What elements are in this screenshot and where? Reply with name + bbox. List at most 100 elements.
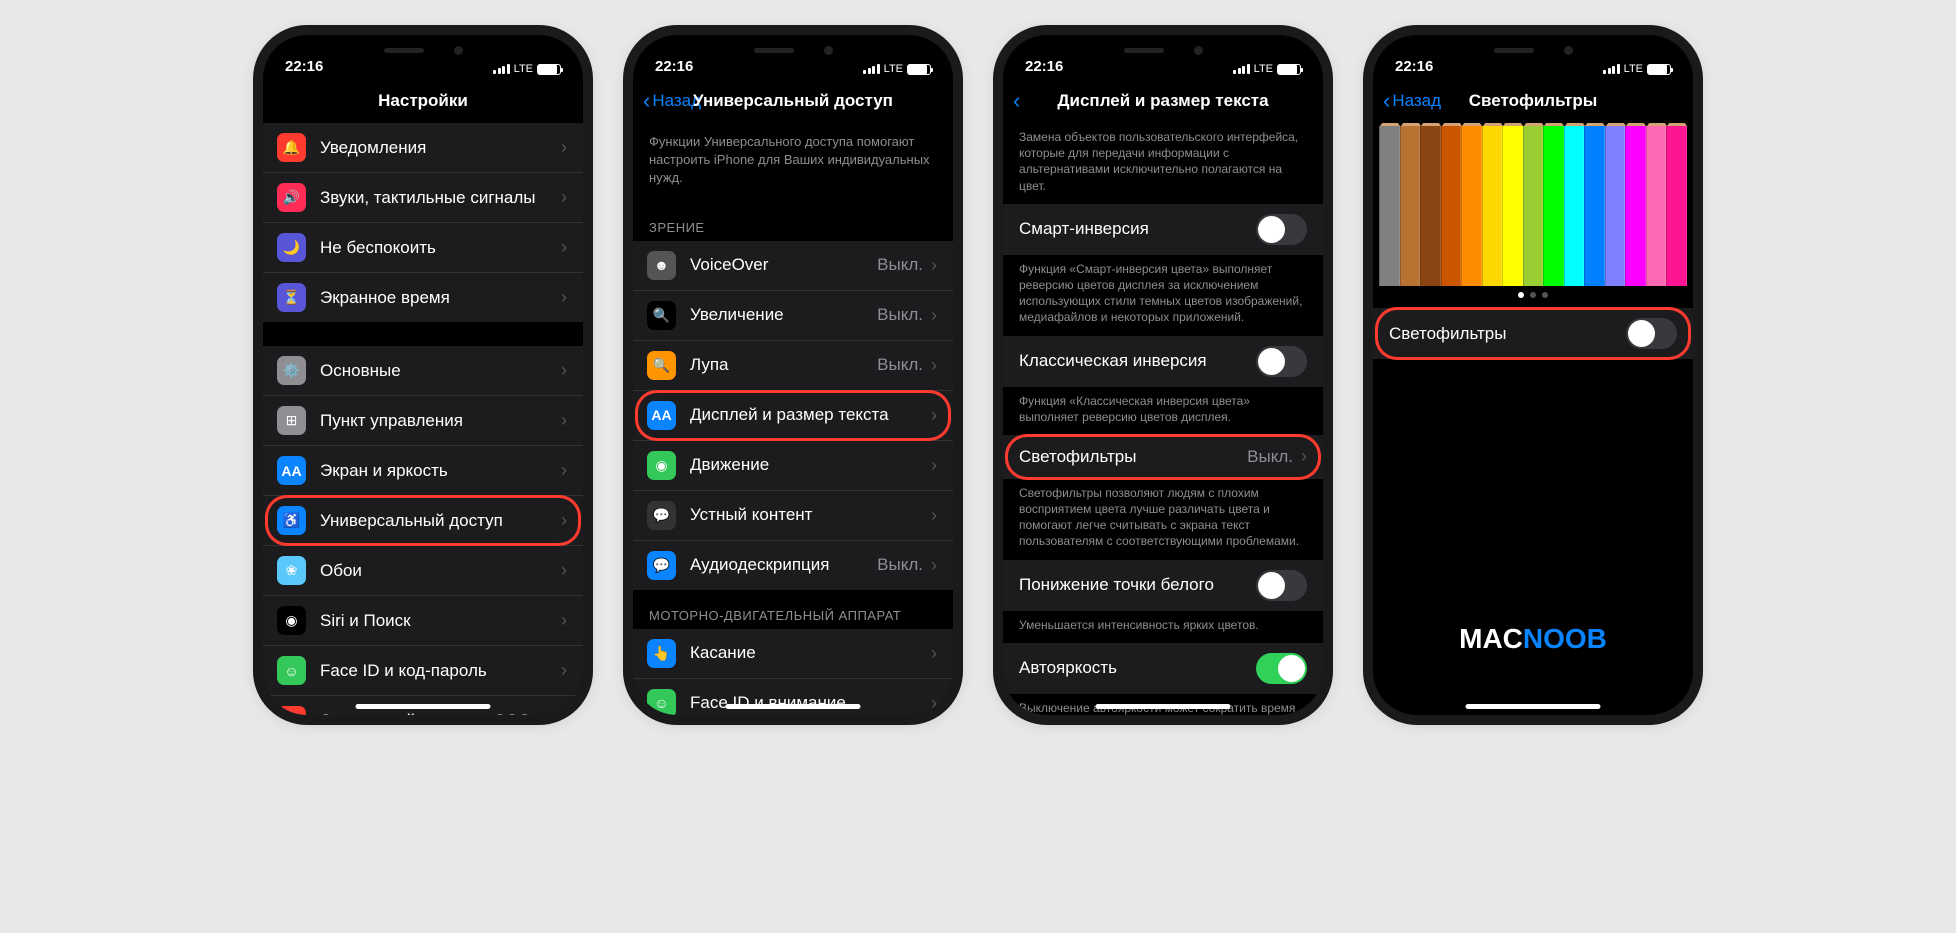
home-indicator[interactable]	[356, 704, 491, 709]
settings-row[interactable]: 🔍ЛупаВыкл.›	[633, 341, 953, 391]
row-label: Обои	[320, 561, 561, 581]
phone-1-settings: 22:16 LTE Настройки 🔔Уведомления›🔊Звуки,…	[263, 35, 583, 715]
row-icon: 👆	[647, 639, 676, 668]
row-classic-inversion[interactable]: Классическая инверсия	[1003, 336, 1323, 387]
row-reduce-white-point[interactable]: Понижение точки белого	[1003, 560, 1323, 611]
settings-row[interactable]: ☺Face ID и внимание›	[633, 679, 953, 715]
settings-row[interactable]: ☺Face ID и код-пароль›	[263, 646, 583, 696]
back-button[interactable]: ‹Назад	[1383, 88, 1441, 114]
settings-row[interactable]: ⊞Пункт управления›	[263, 396, 583, 446]
row-icon: ⚙️	[277, 356, 306, 385]
settings-row[interactable]: ⏳ Экранное время›	[263, 273, 583, 322]
settings-row[interactable]: 👆Касание›	[633, 629, 953, 679]
row-icon: ☺	[647, 689, 676, 715]
row-icon: ❀	[277, 556, 306, 585]
chevron-right-icon: ›	[561, 610, 567, 631]
chevron-right-icon: ›	[931, 355, 937, 376]
nav-bar: ‹Назад Универсальный доступ	[633, 79, 953, 123]
settings-row[interactable]: ⚙️Основные›	[263, 346, 583, 396]
row-label: Экран и яркость	[320, 461, 561, 481]
settings-row[interactable]: ❀Обои›	[263, 546, 583, 596]
row-icon: ◉	[647, 451, 676, 480]
chevron-right-icon: ›	[561, 660, 567, 681]
row-icon: ♿	[277, 506, 306, 535]
battery-icon	[907, 64, 931, 75]
toggle-auto-brightness[interactable]	[1256, 653, 1307, 684]
settings-row[interactable]: AA Дисплей и размер текста›	[633, 391, 953, 441]
pencil	[1646, 126, 1667, 286]
settings-row[interactable]: AAЭкран и яркость›	[263, 446, 583, 496]
toggle-classic-inversion[interactable]	[1256, 346, 1307, 377]
status-time: 22:16	[655, 58, 693, 75]
pencil	[1605, 126, 1626, 286]
notch	[1088, 35, 1238, 65]
row-label: Касание	[690, 643, 931, 663]
chevron-right-icon: ›	[931, 693, 937, 714]
settings-row[interactable]: ☻VoiceOverВыкл.›	[633, 241, 953, 291]
settings-row[interactable]: 💬Устный контент›	[633, 491, 953, 541]
nav-bar: ‹ Дисплей и размер текста	[1003, 79, 1323, 123]
settings-row[interactable]: ♿ Универсальный доступ›	[263, 496, 583, 546]
toggle-white-point[interactable]	[1256, 570, 1307, 601]
row-label: VoiceOver	[690, 255, 877, 275]
row-smart-inversion[interactable]: Смарт-инверсия	[1003, 204, 1323, 255]
chevron-right-icon: ›	[931, 405, 937, 426]
home-indicator[interactable]	[1096, 704, 1231, 709]
accessibility-content[interactable]: Функции Универсального доступа помогают …	[633, 123, 953, 715]
chevron-right-icon: ›	[561, 287, 567, 308]
home-indicator[interactable]	[1466, 704, 1601, 709]
chevron-right-icon: ›	[561, 187, 567, 208]
row-label: Универсальный доступ	[320, 511, 561, 531]
row-icon: ☻	[647, 251, 676, 280]
row-label: Не беспокоить	[320, 238, 561, 258]
row-label: Движение	[690, 455, 931, 475]
row-color-filters-toggle[interactable]: Светофильтры	[1373, 308, 1693, 359]
status-time: 22:16	[1395, 58, 1433, 75]
row-label: Аудиодескрипция	[690, 555, 877, 575]
settings-row[interactable]: 🔊Звуки, тактильные сигналы›	[263, 173, 583, 223]
notch	[718, 35, 868, 65]
row-icon: 💬	[647, 501, 676, 530]
toggle-color-filters[interactable]	[1626, 318, 1677, 349]
settings-row[interactable]: ◉ Движение›	[633, 441, 953, 491]
settings-row[interactable]: 🔍УвеличениеВыкл.›	[633, 291, 953, 341]
row-label: Face ID и код-пароль	[320, 661, 561, 681]
row-value: Выкл.	[877, 555, 923, 575]
home-indicator[interactable]	[726, 704, 861, 709]
row-label: Увеличение	[690, 305, 877, 325]
carrier-label: LTE	[884, 63, 903, 75]
row-icon: 🔔	[277, 133, 306, 162]
signal-icon	[1233, 64, 1250, 74]
row-value: Выкл.	[877, 305, 923, 325]
row-icon: ⏳	[277, 283, 306, 312]
chevron-right-icon: ›	[561, 137, 567, 158]
chevron-right-icon: ›	[931, 505, 937, 526]
back-button[interactable]: ‹	[1013, 88, 1022, 114]
settings-row[interactable]: 🔔Уведомления›	[263, 123, 583, 173]
chevron-right-icon: ›	[931, 455, 937, 476]
carrier-label: LTE	[1624, 63, 1643, 75]
settings-row[interactable]: ◉Siri и Поиск›	[263, 596, 583, 646]
row-label: Дисплей и размер текста	[690, 405, 931, 425]
row-color-filters[interactable]: СветофильтрыВыкл.›	[1003, 435, 1323, 479]
back-label: Назад	[1392, 91, 1441, 111]
pencils-preview[interactable]	[1373, 123, 1693, 286]
chevron-right-icon: ›	[561, 510, 567, 531]
signal-icon	[493, 64, 510, 74]
status-time: 22:16	[1025, 58, 1063, 75]
chevron-right-icon: ›	[561, 360, 567, 381]
row-auto-brightness[interactable]: Автояркость	[1003, 643, 1323, 694]
nav-title: Светофильтры	[1469, 91, 1598, 111]
settings-content[interactable]: 🔔Уведомления›🔊Звуки, тактильные сигналы›…	[263, 123, 583, 715]
chevron-right-icon: ›	[931, 305, 937, 326]
settings-row[interactable]: 💬АудиодескрипцияВыкл.›	[633, 541, 953, 590]
pencil	[1502, 126, 1523, 286]
row-icon: AA	[647, 401, 676, 430]
display-content[interactable]: Замена объектов пользовательского интерф…	[1003, 123, 1323, 715]
battery-icon	[1277, 64, 1301, 75]
row-label: Лупа	[690, 355, 877, 375]
row-label: Экранное время	[320, 288, 561, 308]
pencil	[1420, 126, 1441, 286]
settings-row[interactable]: 🌙Не беспокоить›	[263, 223, 583, 273]
toggle-smart-inversion[interactable]	[1256, 214, 1307, 245]
